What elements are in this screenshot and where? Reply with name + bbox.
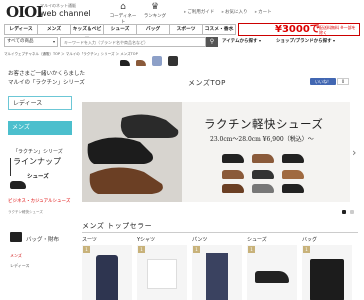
facebook-like-button[interactable]: いいね！ — [310, 78, 336, 85]
cart-link[interactable]: カート — [255, 10, 272, 15]
favorites-link[interactable]: お気に入り — [222, 10, 248, 15]
banner-title: ラクチン軽快シューズ — [204, 117, 324, 131]
top-seller-shirts[interactable]: Yシャツ 1 — [137, 236, 187, 300]
hero-banner[interactable]: ラクチン軽快シューズ 23.0cm～28.0cm ¥6,900（税込）～ — [82, 102, 350, 202]
search-button[interactable]: ⚲ — [206, 37, 218, 47]
chevron-right-icon[interactable]: › — [352, 146, 356, 159]
casual-shoe-icon[interactable] — [136, 60, 146, 66]
lineup-shoes-label[interactable]: シューズ — [27, 172, 74, 180]
banner-shoe — [222, 184, 244, 193]
rank-badge: 1 — [248, 246, 255, 253]
banner-shoe — [252, 184, 274, 193]
banner-shoe — [252, 154, 274, 163]
top-seller-bags[interactable]: バッグ 1 — [302, 236, 352, 300]
welcome-line-2: マルイの「ラクチン」シリーズ — [8, 80, 85, 86]
top-seller-suits[interactable]: スーツ 1 — [82, 236, 132, 300]
rank-badge: 1 — [193, 246, 200, 253]
search-bar: すべての商品 ▾ ⚲ アイテムから探す ショップ/ブランドから探す — [4, 37, 360, 48]
logo-text[interactable]: web channel — [40, 9, 91, 18]
lineup-caption: 「ラクチン」シリーズ — [13, 149, 63, 155]
category-nav: レディース メンズ キッズ＆ベビー シューズ バッグ スポーツ コスメ・香水 — [4, 24, 236, 41]
promo-price: ¥3000で — [275, 24, 320, 35]
find-by-item-dropdown[interactable]: アイテムから探す — [222, 38, 261, 44]
sidebar-item-ladies[interactable]: レディース — [8, 96, 72, 110]
search-icon: ⚲ — [209, 38, 215, 45]
product-image[interactable] — [82, 245, 132, 300]
coordinate-link[interactable]: ⌂ コーディネート — [108, 2, 138, 25]
sidebar-item-bags[interactable]: バッグ・財布 — [8, 230, 74, 246]
sidebar-item-mens[interactable]: メンズ — [8, 121, 72, 135]
header-links: ご利用ガイド お気に入り カート — [184, 9, 278, 15]
nav-bags[interactable]: バッグ — [136, 24, 169, 35]
search-scope-select[interactable]: すべての商品 ▾ — [4, 37, 58, 47]
page-title: メンズTOP — [188, 79, 226, 87]
business-shoe-icon[interactable] — [120, 60, 130, 66]
logo-mark[interactable]: OIOI — [6, 3, 43, 21]
top-sellers-heading: メンズ トップセラー — [82, 222, 153, 230]
column-header: シューズ — [247, 237, 267, 243]
banner-shoe — [252, 170, 274, 179]
shirt-icon[interactable] — [152, 56, 162, 66]
coordinate-icon: ⌂ — [120, 2, 126, 12]
welcome-line-1: お客さまご一緒いかくらました — [8, 71, 86, 77]
welcome-text: お客さまご一緒いかくらました マルイの「ラクチン」シリーズ — [8, 70, 85, 88]
carousel-dot[interactable] — [342, 210, 346, 214]
nav-kids-baby[interactable]: キッズ＆ベビー — [70, 24, 103, 41]
product-image[interactable] — [247, 245, 297, 300]
product-image[interactable] — [137, 245, 187, 300]
crown-icon: ♛ — [150, 2, 160, 12]
chevron-down-icon: ▾ — [52, 39, 55, 44]
banner-shoe — [282, 154, 304, 163]
top-seller-pants[interactable]: パンツ 1 — [192, 236, 242, 300]
banner-subtitle: 23.0cm～28.0cm ¥6,900（税込）～ — [210, 136, 314, 143]
nav-ladies[interactable]: レディース — [4, 24, 37, 35]
lineup-heading: ラインナップ — [13, 157, 61, 166]
nav-shoes[interactable]: シューズ — [103, 24, 136, 35]
banner-photo — [82, 102, 182, 202]
bag-icon[interactable] — [168, 56, 178, 66]
column-header: パンツ — [192, 237, 208, 243]
carousel-dots — [340, 209, 354, 216]
ranking-label: ランキング — [143, 14, 167, 19]
rank-badge: 1 — [83, 246, 90, 253]
guide-link[interactable]: ご利用ガイド — [184, 10, 214, 15]
business-casual-shoes-link[interactable]: ビジネス・カジュアルシューズ — [8, 199, 70, 204]
column-header: スーツ — [82, 237, 97, 243]
banner-shoe — [282, 184, 304, 193]
sidebar-ladies-link[interactable]: レディース — [10, 263, 30, 269]
banner-shoe — [282, 170, 304, 179]
promo-text: 配送料無料 ※一部を除く — [319, 25, 356, 35]
rank-badge: 1 — [138, 246, 145, 253]
like-count: 0 — [337, 78, 349, 85]
rank-badge: 1 — [303, 246, 310, 253]
search-input[interactable] — [60, 37, 206, 47]
bag-icon — [10, 232, 22, 242]
lineup-section: 「ラクチン」シリーズ ラインナップ シューズ — [8, 148, 74, 198]
banner-shoe — [222, 170, 244, 179]
free-shipping-banner[interactable]: ¥3000で 配送料無料 ※一部を除く — [238, 23, 360, 36]
product-image[interactable] — [192, 245, 242, 300]
banner-shoe-grid — [222, 152, 332, 196]
top-seller-shoes[interactable]: シューズ 1 — [247, 236, 297, 300]
carousel-dot[interactable] — [349, 210, 354, 214]
search-scope-value: すべての商品 — [7, 39, 34, 44]
shoe-type-icons — [4, 56, 184, 68]
bags-label: バッグ・財布 — [26, 237, 60, 243]
column-header: Yシャツ — [137, 237, 156, 243]
banner-shoe — [222, 154, 244, 163]
site-header: OIOI マルイのネット通販 web channel ⌂ コーディネート ♛ ラ… — [0, 0, 364, 25]
find-by-shop-dropdown[interactable]: ショップ/ブランドから探す — [276, 38, 335, 44]
product-image[interactable] — [302, 245, 352, 300]
nav-sports[interactable]: スポーツ — [169, 24, 202, 35]
nav-mens[interactable]: メンズ — [37, 24, 70, 35]
column-header: バッグ — [302, 237, 318, 243]
nav-cosme[interactable]: コスメ・香水 — [202, 24, 236, 35]
ranking-link[interactable]: ♛ ランキング — [140, 2, 170, 19]
divider — [82, 232, 358, 233]
sidebar-mens-link[interactable]: メンズ — [10, 253, 22, 259]
light-shoes-link[interactable]: ラクチン軽快シューズ — [8, 210, 43, 215]
shoe-thumbnail[interactable] — [10, 181, 26, 189]
